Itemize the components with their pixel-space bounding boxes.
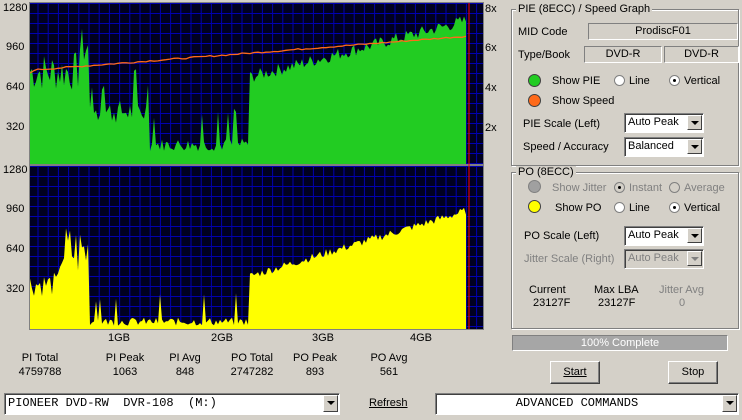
- pi-total-label: PI Total: [21, 352, 59, 364]
- x-tick: 4GB: [410, 332, 433, 344]
- chevron-down-icon[interactable]: [687, 115, 702, 130]
- advanced-commands-value: ADVANCED COMMANDS: [515, 396, 639, 410]
- x-tick: 1GB: [108, 332, 131, 344]
- start-label: Start: [563, 366, 587, 378]
- po-peak-label: PO Peak: [292, 352, 338, 364]
- type-book-label: Type/Book: [518, 49, 570, 61]
- po-line-radio[interactable]: [614, 202, 625, 213]
- pie-y-tick: 320: [6, 121, 25, 133]
- po-vertical-radio[interactable]: [669, 202, 680, 213]
- jitter-instant-radio[interactable]: [614, 182, 625, 193]
- pie-vertical-radio[interactable]: [669, 75, 680, 86]
- drive-select[interactable]: PIONEER DVD-RW DVR-108 (M:): [4, 393, 340, 415]
- po-total-label: PO Total: [231, 352, 273, 364]
- type-field: DVD-R: [584, 46, 662, 63]
- max-lba-label: Max LBA: [594, 284, 639, 296]
- po-scale-label: PO Scale (Left): [524, 230, 600, 242]
- max-lba-value: 23127F: [598, 297, 636, 309]
- jitter-scale-label: Jitter Scale (Right): [524, 253, 615, 265]
- jitter-average-label[interactable]: Average: [684, 182, 725, 194]
- progress-text: 100% Complete: [580, 337, 660, 349]
- pie-y-tick: 1280: [3, 2, 28, 14]
- chevron-down-icon[interactable]: [687, 228, 702, 243]
- stop-label: Stop: [681, 366, 705, 378]
- po-scale-select[interactable]: Auto Peak: [624, 226, 704, 246]
- chevron-down-icon[interactable]: [722, 395, 737, 412]
- pi-avg-label: PI Avg: [169, 352, 201, 364]
- po-total-value: 2747282: [230, 366, 274, 378]
- mid-code-field: ProdiscF01: [588, 23, 738, 40]
- pie-line-label[interactable]: Line: [629, 75, 650, 87]
- po-y-tick: 1280: [3, 164, 28, 176]
- show-pie-indicator[interactable]: [528, 74, 541, 87]
- x-tick: 3GB: [312, 332, 335, 344]
- pie-scale-select[interactable]: Auto Peak: [624, 113, 704, 133]
- speed-accuracy-select[interactable]: Balanced: [624, 137, 704, 157]
- po-y-tick: 960: [6, 203, 25, 215]
- show-jitter-indicator[interactable]: [528, 180, 541, 193]
- po-vertical-label[interactable]: Vertical: [684, 202, 720, 214]
- po-scale-value: Auto Peak: [628, 229, 679, 241]
- jitter-instant-label[interactable]: Instant: [629, 182, 662, 194]
- x-tick: 2GB: [211, 332, 234, 344]
- show-speed-indicator[interactable]: [528, 94, 541, 107]
- speed-accuracy-value: Balanced: [628, 140, 674, 152]
- speed-tick: 2x: [485, 122, 497, 134]
- mid-code-label: MID Code: [518, 26, 568, 38]
- speed-tick: 6x: [485, 42, 497, 54]
- book-field: DVD-R: [664, 46, 739, 63]
- show-pie-label[interactable]: Show PIE: [552, 75, 600, 87]
- speed-tick: 8x: [485, 3, 497, 15]
- po-line-label[interactable]: Line: [629, 202, 650, 214]
- graph-canvas: [29, 3, 483, 329]
- pie-scale-label: PIE Scale (Left): [523, 118, 601, 130]
- po-avg-value: 561: [379, 366, 399, 378]
- pie-vertical-label[interactable]: Vertical: [684, 75, 720, 87]
- drive-value: PIONEER DVD-RW DVR-108 (M:): [8, 396, 217, 410]
- show-jitter-label[interactable]: Show Jitter: [552, 182, 606, 194]
- pi-avg-value: 848: [175, 366, 195, 378]
- speed-tick: 4x: [485, 82, 497, 94]
- speed-accuracy-label: Speed / Accuracy: [523, 141, 609, 153]
- chevron-down-icon[interactable]: [687, 139, 702, 154]
- stop-button[interactable]: Stop: [668, 361, 718, 384]
- chevron-down-icon[interactable]: [323, 395, 338, 412]
- po-y-tick: 320: [6, 283, 25, 295]
- jitter-avg-label: Jitter Avg: [659, 284, 705, 296]
- show-po-indicator[interactable]: [528, 200, 541, 213]
- start-button[interactable]: Start: [550, 361, 600, 384]
- chevron-down-icon[interactable]: [687, 251, 702, 266]
- po-y-tick: 640: [6, 243, 25, 255]
- po-avg-label: PO Avg: [370, 352, 408, 364]
- current-label: Current: [529, 284, 566, 296]
- pie-y-tick: 640: [6, 81, 25, 93]
- pie-scale-value: Auto Peak: [628, 116, 679, 128]
- show-speed-label[interactable]: Show Speed: [552, 95, 614, 107]
- graph-area: [29, 2, 484, 330]
- show-po-label[interactable]: Show PO: [555, 202, 601, 214]
- jitter-scale-select[interactable]: Auto Peak: [624, 249, 704, 269]
- jitter-avg-value: 0: [679, 297, 686, 309]
- pane-separator: [30, 164, 483, 166]
- progress-bar: 100% Complete: [512, 335, 728, 351]
- po-panel-title: PO (8ECC): [516, 166, 576, 178]
- refresh-link[interactable]: Refresh: [369, 397, 408, 409]
- jitter-average-radio[interactable]: [669, 182, 680, 193]
- jitter-scale-value: Auto Peak: [628, 252, 679, 264]
- pie-line-radio[interactable]: [614, 75, 625, 86]
- po-peak-value: 893: [305, 366, 325, 378]
- current-value: 23127F: [533, 297, 571, 309]
- pi-total-value: 4759788: [18, 366, 62, 378]
- advanced-commands-select[interactable]: ADVANCED COMMANDS: [435, 393, 739, 415]
- pie-y-tick: 960: [6, 41, 25, 53]
- pie-panel-title: PIE (8ECC) / Speed Graph: [516, 3, 653, 15]
